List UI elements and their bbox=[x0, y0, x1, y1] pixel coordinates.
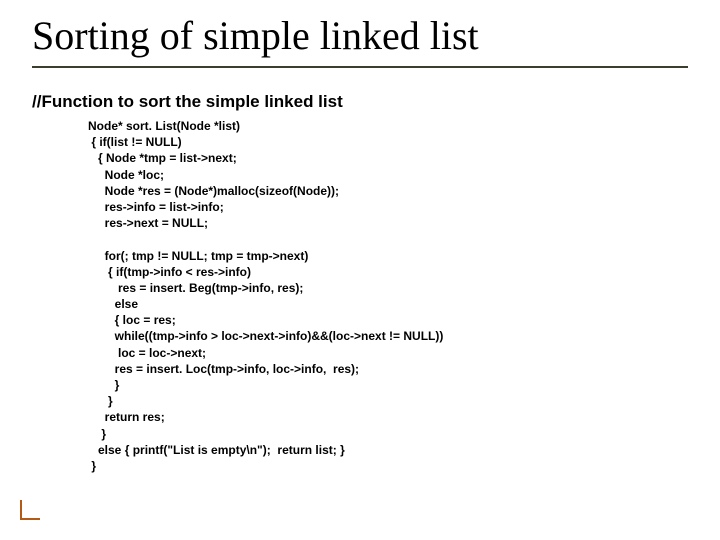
corner-ornament bbox=[20, 500, 40, 520]
slide: Sorting of simple linked list //Function… bbox=[0, 0, 720, 540]
body-area: //Function to sort the simple linked lis… bbox=[32, 92, 696, 474]
title-area: Sorting of simple linked list bbox=[32, 14, 688, 68]
subheading: //Function to sort the simple linked lis… bbox=[32, 92, 696, 112]
title-underline bbox=[32, 66, 688, 68]
code-block: Node* sort. List(Node *list) { if(list !… bbox=[32, 118, 696, 474]
slide-title: Sorting of simple linked list bbox=[32, 14, 688, 64]
